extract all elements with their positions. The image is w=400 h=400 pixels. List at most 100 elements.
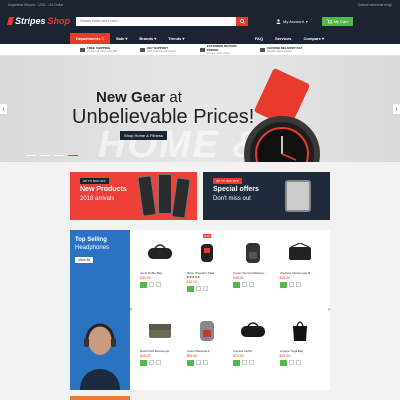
wishlist-icon[interactable]: [242, 282, 247, 287]
product-name[interactable]: Impulse Duffle: [233, 349, 274, 353]
cart-icon: [326, 18, 332, 24]
wishlist-icon[interactable]: [242, 360, 247, 365]
nav-item-compare[interactable]: Compare ▾: [298, 36, 330, 41]
wishlist-icon[interactable]: [149, 360, 154, 365]
add-to-cart-button[interactable]: [140, 282, 147, 288]
add-to-cart-button[interactable]: [279, 360, 287, 366]
search-input[interactable]: [76, 16, 236, 26]
product-card[interactable]: SALE Strive Shoulder Pack ★★★★★ $32.00: [186, 234, 228, 308]
wishlist-icon[interactable]: [288, 282, 294, 287]
add-to-cart-button[interactable]: [233, 282, 240, 288]
hero-prev-arrow[interactable]: ‹: [0, 104, 7, 114]
search-button[interactable]: [236, 16, 248, 26]
promo-special-offers[interactable]: UP TO 60% OFF Special offers Don't miss …: [203, 172, 330, 220]
hero-title-bold: New Gear: [96, 89, 166, 106]
product-price: $59.00: [186, 354, 198, 358]
view-all-button[interactable]: View All: [75, 257, 94, 263]
hero-next-arrow[interactable]: ›: [393, 104, 400, 114]
feature-subtitle: Fast, professional support: [147, 50, 176, 53]
add-to-cart-button[interactable]: [233, 360, 240, 366]
product-price: $74.00: [233, 354, 244, 358]
hero-shop-button[interactable]: Shop Home & Fitness: [120, 131, 167, 140]
wishlist-icon[interactable]: [149, 282, 154, 287]
feature-subtitle: Flexible delivery dates: [267, 50, 292, 53]
product-card[interactable]: Rival Field Messenger $45.00: [140, 312, 181, 386]
grid-next-arrow[interactable]: ›: [328, 307, 330, 313]
main-nav: Departments ≡ Sale ▾ Brands ▾ Trends ▾ F…: [0, 33, 400, 44]
product-card[interactable]: Crown Summit Backpa... $38.00: [233, 234, 274, 308]
chevron-down-icon: ▾: [305, 18, 308, 24]
hero-title-thin: at: [169, 89, 182, 106]
search-bar: [76, 16, 248, 26]
product-name[interactable]: Crown Summit Backpa...: [233, 271, 274, 275]
add-to-cart-button[interactable]: [279, 282, 287, 288]
top-selling-subtitle: Headphones: [75, 245, 110, 251]
cart-label: My Cart: [333, 18, 348, 24]
departments-menu[interactable]: Departments ≡: [70, 33, 110, 44]
hero-dot[interactable]: [54, 154, 64, 156]
compare-icon[interactable]: [295, 360, 301, 365]
site-logo[interactable]: Stripes Shop: [6, 16, 71, 26]
compare-icon[interactable]: [249, 282, 254, 287]
add-to-cart-button[interactable]: [186, 286, 194, 292]
person-with-headphones-image: [80, 323, 120, 390]
wishlist-icon[interactable]: [195, 360, 201, 365]
promo-title: New Products: [80, 186, 127, 193]
product-actions: [233, 282, 254, 288]
wishlist-icon[interactable]: [288, 360, 294, 365]
nav-item-faq[interactable]: FAQ: [249, 36, 269, 41]
nav-item-trends[interactable]: Trends ▾: [162, 36, 190, 41]
nav-item-label: Compare: [303, 36, 321, 41]
promo-tag: UP TO 60% OFF: [213, 178, 242, 184]
compare-icon[interactable]: [156, 282, 161, 287]
wishlist-icon[interactable]: [195, 286, 201, 291]
hero-dot[interactable]: [40, 154, 50, 156]
product-card[interactable]: Wayfarer Messenger B... $45.00: [279, 234, 321, 308]
compare-icon[interactable]: [249, 360, 254, 365]
compare-icon[interactable]: [202, 360, 208, 365]
grid-prev-arrow[interactable]: ‹: [130, 307, 132, 313]
logo-icon: [6, 17, 15, 25]
hero-banner[interactable]: HOME & FITNESS New Gear at Unbelievable …: [0, 56, 400, 162]
add-to-cart-button[interactable]: [140, 360, 147, 366]
promo-new-products[interactable]: UP TO 50% OFF New Products 2018 arrivals: [70, 172, 197, 220]
logo-text-accent: Shop: [47, 16, 71, 26]
nav-item-services[interactable]: Services: [269, 36, 297, 41]
truck-icon: [80, 47, 85, 52]
top-selling-title: Top Selling: [75, 237, 107, 243]
product-price: $45.00: [140, 354, 151, 358]
nav-item-sale[interactable]: Sale ▾: [110, 36, 133, 41]
product-card[interactable]: Fusion Backpack $59.00: [186, 312, 228, 386]
compare-icon[interactable]: [156, 360, 161, 365]
compare-icon[interactable]: [202, 286, 208, 291]
hero-dot-active[interactable]: [68, 154, 78, 156]
add-to-cart-button[interactable]: [186, 360, 194, 366]
hero-title: New Gear at: [96, 89, 182, 106]
product-actions: [140, 282, 161, 288]
product-name[interactable]: Fusion Backpack: [187, 349, 228, 353]
product-image: [187, 234, 228, 270]
cart-button[interactable]: My Cart: [321, 16, 353, 26]
product-name[interactable]: Rival Field Messenger: [140, 349, 181, 353]
product-name[interactable]: Voyage Yoga Bag: [280, 349, 321, 353]
features-bar: FREE SHIPPING Free for all orders over $9…: [0, 44, 400, 56]
product-image: [187, 312, 228, 348]
product-name[interactable]: Wayfarer Messenger B...: [280, 271, 321, 275]
product-name[interactable]: Joust Duffle Bag: [140, 271, 181, 275]
promo-row: UP TO 50% OFF New Products 2018 arrivals…: [0, 162, 400, 220]
next-section-banner: [70, 396, 130, 400]
promo-title: Special offers: [213, 186, 259, 193]
menu-icon: ≡: [101, 36, 104, 41]
product-card[interactable]: Impulse Duffle $74.00: [233, 312, 274, 386]
locale-selector[interactable]: Argentina Stripes · USD - US Dollar: [8, 3, 63, 7]
account-link[interactable]: My Account ▾: [276, 19, 308, 24]
nav-item-label: Sale: [116, 36, 125, 41]
product-card[interactable]: Voyage Yoga Bag $32.00: [279, 312, 321, 386]
top-selling-panel: Top Selling Headphones View All: [70, 230, 130, 390]
compare-icon[interactable]: [295, 282, 301, 287]
hero-dot[interactable]: [26, 154, 36, 156]
nav-item-brands[interactable]: Brands ▾: [133, 36, 162, 41]
promo-tag: UP TO 50% OFF: [80, 178, 109, 184]
product-card[interactable]: Joust Duffle Bag $34.00: [140, 234, 181, 308]
product-image: [233, 234, 274, 270]
